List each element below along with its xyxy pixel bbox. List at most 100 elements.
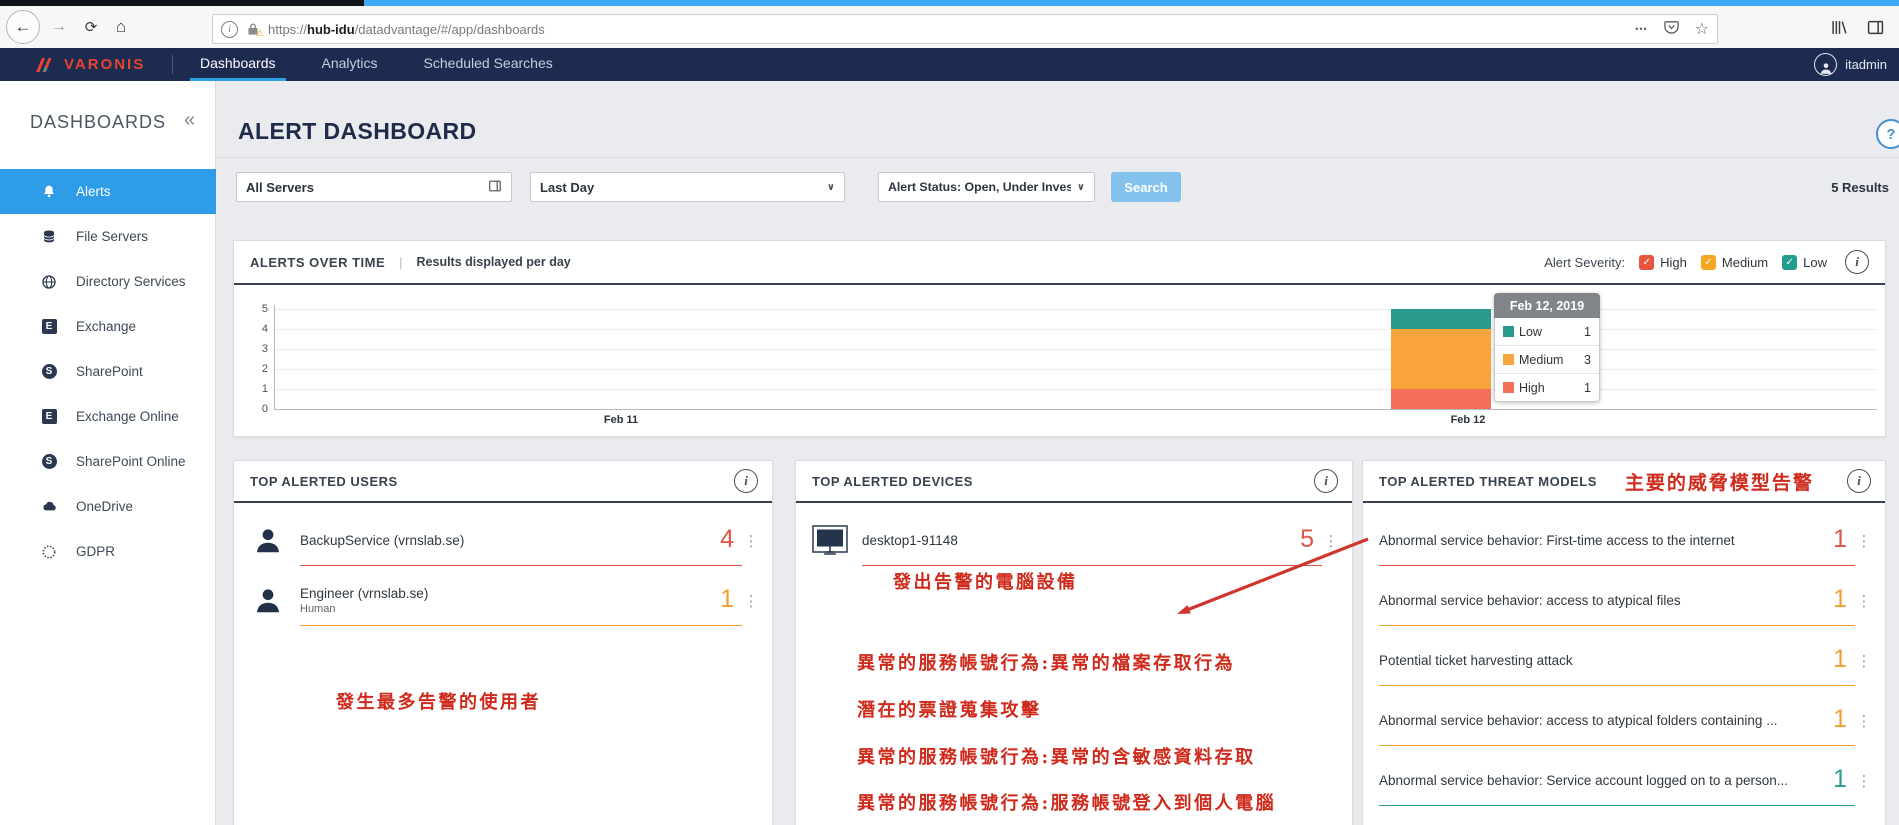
tooltip-series-name: Medium — [1519, 353, 1563, 367]
sidebar-list: AlertsFile ServersDirectory ServicesEExc… — [0, 169, 216, 574]
nav-divider — [172, 55, 173, 74]
alert-item-title: Abnormal service behavior: access to aty… — [1379, 713, 1777, 728]
bookmark-star-icon[interactable]: ☆ — [1695, 19, 1709, 39]
alerted-user-row[interactable]: BackupService (vrnslab.se)4⋮ — [234, 511, 772, 571]
chevron-down-icon: ∨ — [821, 182, 835, 193]
item-menu-button[interactable]: ⋮ — [1855, 772, 1873, 790]
legend-entry-high[interactable]: ✓High — [1639, 255, 1687, 270]
legend-entry-medium[interactable]: ✓Medium — [1701, 255, 1768, 270]
varonis-logo-icon — [34, 56, 58, 74]
sidebar-item-file-servers[interactable]: File Servers — [0, 214, 216, 259]
sidebar-item-label: SharePoint Online — [76, 454, 186, 469]
sidebar-item-label: OneDrive — [76, 499, 133, 514]
back-button[interactable]: ← — [6, 6, 40, 48]
sidebar-item-exchange-online[interactable]: EExchange Online — [0, 394, 216, 439]
top-alerted-devices-card: TOP ALERTED DEVICES i desktop1-911485⋮ — [795, 460, 1353, 825]
legend-entry-low[interactable]: ✓Low — [1782, 255, 1827, 270]
sidebar-toggle-icon[interactable] — [1862, 6, 1888, 48]
forward-button[interactable]: → — [48, 6, 70, 48]
bar-segment-medium — [1391, 329, 1491, 389]
legend-checkbox-medium[interactable]: ✓ — [1701, 255, 1716, 270]
help-button[interactable]: ? — [1876, 119, 1899, 149]
sidebar-item-exchange[interactable]: EExchange — [0, 304, 216, 349]
pocket-icon[interactable] — [1664, 19, 1679, 39]
item-menu-button[interactable]: ⋮ — [742, 592, 760, 610]
annotation-arrow — [1165, 534, 1371, 622]
gdpr-icon — [40, 543, 58, 561]
user-menu[interactable]: itadmin — [1814, 48, 1887, 81]
chevron-down-icon: ∨ — [1071, 182, 1085, 193]
sidebar-item-directory-services[interactable]: Directory Services — [0, 259, 216, 304]
library-icon[interactable] — [1826, 6, 1852, 48]
legend-checkbox-low[interactable]: ✓ — [1782, 255, 1797, 270]
tab-analytics[interactable]: Analytics — [312, 48, 388, 78]
sidebar-item-sharepoint-online[interactable]: SSharePoint Online — [0, 439, 216, 484]
sharepoint-icon: S — [40, 363, 58, 381]
url-text: https://hub-idu/datadvantage/#/app/dashb… — [268, 22, 545, 37]
x-axis — [274, 409, 1877, 410]
time-range-dropdown[interactable]: Last Day ∨ — [530, 172, 845, 202]
chart-info-icon[interactable]: i — [1845, 250, 1869, 274]
device-icon — [812, 525, 848, 557]
tooltip-swatch — [1503, 326, 1514, 337]
sidebar-item-gdpr[interactable]: GDPR — [0, 529, 216, 574]
sidebar-collapse-button[interactable]: « — [184, 109, 195, 132]
page-actions-icon[interactable]: ••• — [1635, 24, 1647, 34]
item-menu-button[interactable]: ⋮ — [1855, 592, 1873, 610]
server-filter-dropdown[interactable]: All Servers — [236, 172, 512, 202]
tooltip-row-high: High1 — [1495, 373, 1599, 401]
users-annotation: 發生最多告警的使用者 — [336, 688, 541, 714]
gridline — [275, 309, 1877, 310]
brand-name: VARONIS — [64, 56, 145, 73]
page-info-icon[interactable]: i — [221, 21, 238, 38]
search-button[interactable]: Search — [1111, 172, 1181, 202]
sidebar-item-sharepoint[interactable]: SSharePoint — [0, 349, 216, 394]
y-axis-tick: 4 — [246, 323, 268, 335]
threat-model-row[interactable]: Abnormal service behavior: Service accou… — [1363, 751, 1885, 811]
card-info-icon[interactable]: i — [1314, 469, 1338, 493]
gridline — [275, 329, 1877, 330]
alert-item-subtitle: Human — [300, 603, 428, 615]
legend-checkbox-high[interactable]: ✓ — [1639, 255, 1654, 270]
item-menu-button[interactable]: ⋮ — [1855, 532, 1873, 550]
divider-pipe: | — [399, 255, 402, 270]
home-button[interactable]: ⌂ — [110, 6, 132, 48]
alert-count: 1 — [1825, 525, 1855, 556]
y-axis-tick: 2 — [246, 363, 268, 375]
threat-model-row[interactable]: Abnormal service behavior: access to aty… — [1363, 571, 1885, 631]
exchange-icon: E — [40, 318, 58, 336]
threat-model-row[interactable]: Abnormal service behavior: access to aty… — [1363, 691, 1885, 751]
gridline — [275, 349, 1877, 350]
alert-item-title: Potential ticket harvesting attack — [1379, 653, 1573, 668]
back-icon: ← — [6, 10, 40, 44]
varonis-logo[interactable]: VARONIS — [34, 48, 145, 81]
item-menu-button[interactable]: ⋮ — [742, 532, 760, 550]
threat-model-row[interactable]: Potential ticket harvesting attack1⋮ — [1363, 631, 1885, 691]
threat-translation-note: 異常的服務帳號行為:服務帳號登入到個人電腦 — [857, 789, 1276, 815]
item-menu-button[interactable]: ⋮ — [1855, 712, 1873, 730]
alert-item-title: Abnormal service behavior: Service accou… — [1379, 773, 1788, 788]
reload-button[interactable]: ⟳ — [80, 6, 102, 48]
alert-status-dropdown[interactable]: Alert Status: Open, Under Investigati...… — [878, 172, 1095, 202]
sidebar-item-onedrive[interactable]: OneDrive — [0, 484, 216, 529]
alerted-user-row[interactable]: Engineer (vrnslab.se)Human1⋮ — [234, 571, 772, 631]
card-info-icon[interactable]: i — [1847, 469, 1871, 493]
alerts-over-time-card: ALERTS OVER TIME | Results displayed per… — [233, 240, 1886, 437]
threat-model-row[interactable]: Abnormal service behavior: First-time ac… — [1363, 511, 1885, 571]
item-menu-button[interactable]: ⋮ — [1855, 652, 1873, 670]
username: itadmin — [1845, 57, 1887, 72]
legend-label: Alert Severity: — [1544, 255, 1625, 270]
database-icon — [40, 228, 58, 246]
mixed-content-warning-icon: ⚠ — [256, 29, 264, 39]
tab-dashboards[interactable]: Dashboards — [190, 48, 286, 81]
bar-segment-low — [1391, 309, 1491, 329]
alert-item-title: Abnormal service behavior: First-time ac… — [1379, 533, 1735, 548]
card-info-icon[interactable]: i — [734, 469, 758, 493]
tab-scheduled-searches[interactable]: Scheduled Searches — [414, 48, 563, 78]
url-bar[interactable]: i ⚠ https://hub-idu/datadvantage/#/app/d… — [212, 14, 1718, 44]
sidebar-item-alerts[interactable]: Alerts — [0, 169, 216, 214]
stacked-bar-feb-12[interactable] — [1391, 309, 1491, 409]
card-title: TOP ALERTED THREAT MODELS — [1379, 474, 1597, 489]
user-icon — [250, 526, 286, 556]
tooltip-swatch — [1503, 382, 1514, 393]
